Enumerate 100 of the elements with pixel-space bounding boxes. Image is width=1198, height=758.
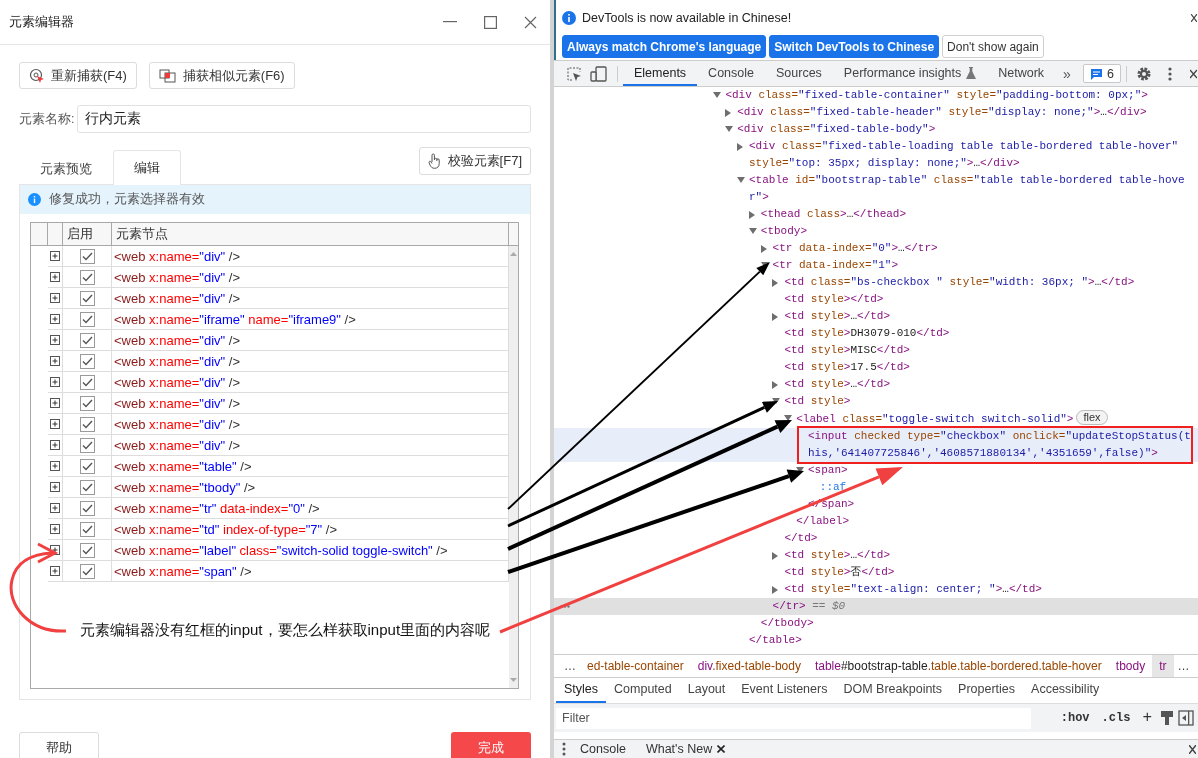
breadcrumb[interactable]: table#bootstrap-table.table.table-bordered.table-hover [807, 655, 1109, 677]
breadcrumb[interactable]: tbody [1108, 655, 1153, 677]
dom-tree-row[interactable]: </td> [554, 530, 1198, 547]
checkbox[interactable] [79, 437, 95, 453]
dom-tree-row[interactable]: <label class="toggle-switch switch-solid"> flex [554, 410, 1198, 428]
dom-tree-row[interactable]: </tr> == $0 [554, 598, 1198, 615]
dom-tree-row[interactable]: <td style></td> [554, 291, 1198, 308]
checkbox[interactable] [79, 269, 95, 285]
pane-tab[interactable]: Layout [679, 677, 734, 703]
dom-tree-row[interactable]: <td style>17.5</td> [554, 359, 1198, 376]
pane-tab[interactable]: Event Listeners [733, 677, 836, 703]
breadcrumb[interactable]: ed-table-container [580, 655, 691, 677]
name-field[interactable]: 行内元素 [77, 105, 531, 133]
dom-tree-row[interactable]: <td style="text-align: center; ">…</td> [554, 581, 1198, 598]
dom-tree-row[interactable]: <input checked type="checkbox" onclick="updateStopStatus(this,'641407725846','4608571880134','4351659',false)"> [554, 428, 1198, 462]
caret-right-icon[interactable] [748, 211, 755, 219]
toolbar-button[interactable]: 重新捕获(F4) [19, 62, 137, 89]
tab[interactable]: 元素预览 [19, 151, 113, 185]
caret-right-icon[interactable] [772, 586, 779, 594]
dom-tree-row[interactable]: </table> [554, 632, 1198, 649]
expand-icon[interactable] [50, 314, 60, 324]
expand-icon[interactable] [50, 524, 60, 534]
panel-tab[interactable]: Sources [765, 61, 833, 86]
checkbox[interactable] [79, 458, 95, 474]
checkbox[interactable] [79, 416, 95, 432]
caret-right-icon[interactable] [772, 313, 779, 321]
toolbar-button[interactable]: 捕获相似元素(F6) [148, 62, 295, 89]
dom-tree-row[interactable]: <tr data-index="0">…</tr> [554, 240, 1198, 257]
dom-tree-row[interactable]: <thead class>…</thead> [554, 206, 1198, 223]
caret-down-icon[interactable] [796, 467, 804, 473]
caret-right-icon[interactable] [772, 552, 779, 560]
dom-tree-row[interactable]: <td style>否</td> [554, 564, 1198, 581]
pane-tab[interactable]: Accessibility [1023, 677, 1108, 703]
expand-icon[interactable] [50, 398, 60, 408]
checkbox[interactable] [79, 374, 95, 390]
dom-tree-row[interactable]: <div class="fixed-table-header" style="display: none;">…</div> [554, 104, 1198, 121]
sidebar-toggle-icon[interactable] [1178, 710, 1194, 726]
expand-icon[interactable] [50, 482, 60, 492]
expand-icon[interactable] [50, 377, 60, 387]
class-button[interactable]: .cls [1097, 711, 1135, 725]
close-icon[interactable] [1191, 14, 1197, 22]
dom-tree-row[interactable]: <td style>…</td> [554, 547, 1198, 564]
close-icon[interactable] [717, 745, 726, 753]
scroll-left-button[interactable]: … [560, 659, 580, 673]
expand-icon[interactable] [50, 356, 60, 366]
checkbox[interactable] [79, 521, 95, 537]
caret-right-icon[interactable] [737, 143, 743, 151]
panel-tab[interactable]: Network [987, 61, 1056, 86]
verify-button[interactable]: 校验元素[F7] [418, 147, 531, 175]
drawer-tab[interactable]: What's New [639, 740, 732, 758]
caret-right-icon[interactable] [725, 109, 732, 117]
paint-roller-icon[interactable] [1160, 710, 1174, 726]
expand-icon[interactable] [50, 272, 60, 282]
close-icon[interactable] [1189, 744, 1196, 754]
more-tabs-button[interactable]: » [1055, 65, 1079, 82]
dom-tree-row[interactable]: <td style>MISC</td> [554, 342, 1198, 359]
banner-button[interactable]: Always match Chrome's language [562, 35, 767, 58]
caret-right-icon[interactable] [772, 381, 779, 389]
dom-tree-row[interactable]: <div class="fixed-table-container" style="padding-bottom: 0px;"> [554, 87, 1198, 104]
dom-tree-row[interactable]: <table id="bootstrap-table" class="table table-bordered table-hover"> [554, 172, 1198, 206]
dom-tree-row[interactable]: </tbody> [554, 615, 1198, 632]
help-button[interactable]: 帮助 [19, 732, 99, 758]
expand-icon[interactable] [50, 335, 60, 345]
pane-tab[interactable]: Properties [950, 677, 1024, 703]
flex-badge[interactable]: flex [1076, 410, 1108, 425]
checkbox[interactable] [79, 311, 95, 327]
panel-tab[interactable]: Performance insights [832, 61, 988, 86]
filter-field[interactable]: Filter [556, 707, 1031, 729]
dom-tree-row[interactable]: <span> [554, 462, 1198, 479]
done-button[interactable]: 完成 [451, 732, 531, 758]
dom-tree-row[interactable]: <td style>DH3079-010</td> [554, 325, 1198, 342]
hover-state-button[interactable]: :hov [1056, 711, 1094, 725]
dom-tree-row[interactable]: <td style>…</td> [554, 376, 1198, 393]
checkbox[interactable] [79, 395, 95, 411]
tab[interactable]: 编辑 [113, 150, 181, 185]
dom-tree-row[interactable]: <div class="fixed-table-loading table table-bordered table-hover" style="top: 35px; display: none;">…</div> [554, 138, 1198, 172]
expand-icon[interactable] [50, 461, 60, 471]
checkbox[interactable] [79, 248, 95, 264]
checkbox[interactable] [79, 290, 95, 306]
caret-right-icon[interactable] [772, 279, 779, 287]
banner-button[interactable]: Switch DevTools to Chinese [769, 35, 940, 58]
add-rule-button[interactable]: + [1138, 709, 1156, 727]
checkbox[interactable] [79, 332, 95, 348]
pane-tab[interactable]: DOM Breakpoints [835, 677, 951, 703]
expand-icon[interactable] [50, 293, 60, 303]
dom-tree-row[interactable]: ::af [554, 479, 1198, 496]
dom-tree-row[interactable]: </label> [554, 513, 1198, 530]
expand-icon[interactable] [50, 566, 60, 576]
checkbox[interactable] [79, 479, 95, 495]
expand-icon[interactable] [50, 440, 60, 450]
dom-tree-row[interactable]: <div class="fixed-table-body"> [554, 121, 1198, 138]
banner-button[interactable]: Don't show again [942, 35, 1044, 58]
drawer-tab[interactable]: Console [574, 740, 632, 758]
pane-tab[interactable]: Computed [606, 677, 680, 703]
dom-tree-row[interactable]: <td style>…</td> [554, 308, 1198, 325]
checkbox[interactable] [79, 353, 95, 369]
caret-right-icon[interactable] [760, 245, 767, 253]
expand-icon[interactable] [50, 545, 60, 555]
checkbox[interactable] [79, 542, 95, 558]
panel-tab[interactable]: Console [697, 61, 765, 86]
